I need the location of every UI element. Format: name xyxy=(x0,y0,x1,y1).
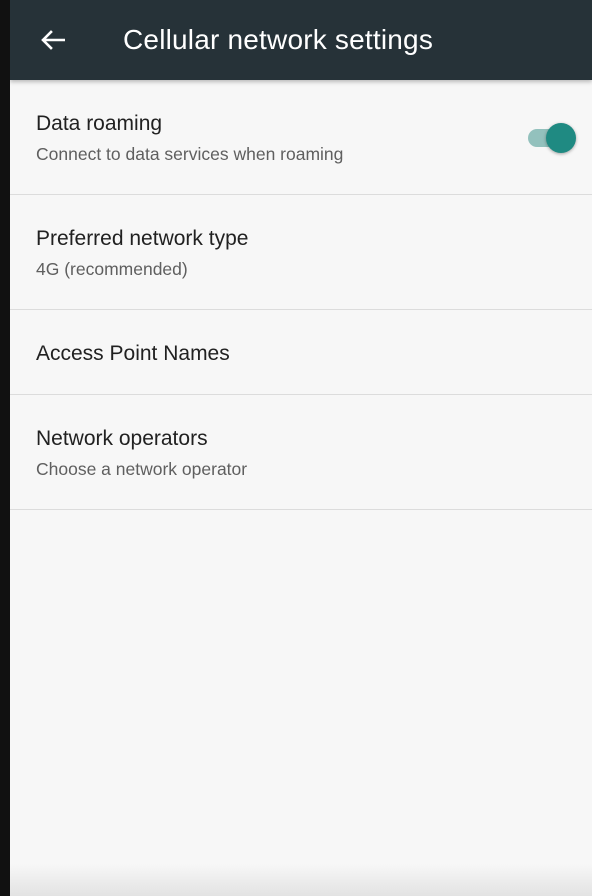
setting-data-roaming[interactable]: Data roaming Connect to data services wh… xyxy=(10,80,592,195)
page-title: Cellular network settings xyxy=(123,24,434,55)
settings-list: Data roaming Connect to data services wh… xyxy=(10,80,592,510)
setting-network-operators[interactable]: Network operators Choose a network opera… xyxy=(10,395,592,510)
bottom-edge-shadow xyxy=(10,864,592,896)
back-button[interactable] xyxy=(24,12,80,68)
setting-title: Data roaming xyxy=(36,112,163,135)
setting-summary: 4G (recommended) xyxy=(36,259,188,279)
setting-access-point-names[interactable]: Access Point Names xyxy=(10,310,592,395)
setting-title: Access Point Names xyxy=(36,342,230,365)
setting-preferred-network-type[interactable]: Preferred network type 4G (recommended) xyxy=(10,195,592,310)
setting-summary: Choose a network operator xyxy=(36,459,248,479)
setting-summary: Connect to data services when roaming xyxy=(36,144,344,164)
setting-title: Preferred network type xyxy=(36,227,249,250)
arrow-back-icon xyxy=(41,30,65,50)
top-app-bar: Cellular network settings xyxy=(10,0,592,80)
setting-title: Network operators xyxy=(36,427,208,450)
toggle-thumb xyxy=(546,123,576,153)
data-roaming-toggle[interactable] xyxy=(526,122,576,153)
screen: Cellular network settings Data roaming C… xyxy=(0,0,592,896)
